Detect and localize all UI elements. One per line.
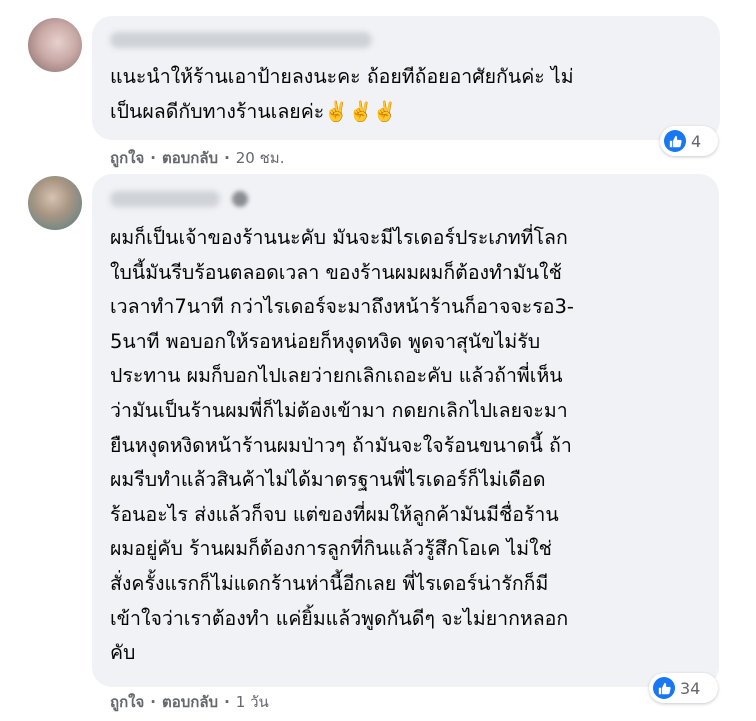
separator-dot: ·: [150, 693, 156, 711]
like-link[interactable]: ถูกใจ: [110, 146, 144, 170]
comment-line: ร้อนอะไร ส่งแล้วก็จบ แต่ของที่ผมให้ลูกค้…: [110, 502, 559, 526]
comment-bubble: ผมก็เป็นเจ้าของร้านนะคับ มันจะมีไรเดอร์ป…: [92, 174, 719, 687]
reaction-count-badge[interactable]: 4: [660, 126, 718, 156]
author-badge-icon: [232, 191, 248, 207]
comment-line: เวลาทำ7นาที กว่าไรเดอร์จะมาถึงหน้าร้านก็…: [110, 295, 574, 319]
author-name-blurred[interactable]: [110, 191, 220, 207]
reaction-count-badge[interactable]: 34: [649, 673, 718, 703]
comment-text: ผมก็เป็นเจ้าของร้านนะคับ มันจะมีไรเดอร์ป…: [110, 221, 574, 671]
like-link[interactable]: ถูกใจ: [110, 690, 144, 714]
comment-line: เป็นผลดีกับทางร้านเลยค่ะ✌️✌️✌️: [110, 99, 398, 123]
comment-line: ผมอยู่คับ ร้านผมก็ต้องการลูกที่กินแล้วรู…: [110, 537, 552, 561]
comment-line: ยืนหงุดหงิดหน้าร้านผมป่าวๆ ถ้ามันจะใจร้อ…: [110, 433, 572, 457]
comment-bubble: แนะนำให้ร้านเอาป้ายลงนะคะ ถ้อยทีถ้อยอาศั…: [92, 16, 720, 140]
comment-line: ผมรีบทำแล้วสินค้าไม่ได้มาตรฐานพี่ไรเดอร์…: [110, 468, 546, 492]
comment-line: คับ: [110, 641, 136, 665]
comment-actions: ถูกใจ · ตอบกลับ · 1 วัน: [110, 690, 269, 714]
author-name-blurred[interactable]: [110, 32, 372, 48]
commenter-avatar[interactable]: [28, 176, 82, 230]
commenter-avatar[interactable]: [28, 18, 82, 72]
separator-dot: ·: [150, 149, 156, 167]
comment-actions: ถูกใจ · ตอบกลับ · 20 ชม.: [110, 146, 284, 170]
comment-line: ว่ามันเป็นร้านผมพี่ก็ไม่ต้องเข้ามา กดยกเ…: [110, 398, 568, 422]
thumbs-up-icon: [653, 677, 675, 699]
comment-line: ผมก็เป็นเจ้าของร้านนะคับ มันจะมีไรเดอร์ป…: [110, 226, 568, 249]
reaction-count: 34: [680, 678, 701, 698]
comment-line: แนะนำให้ร้านเอาป้ายลงนะคะ ถ้อยทีถ้อยอาศั…: [110, 65, 574, 88]
reaction-count: 4: [691, 131, 702, 151]
comment-line: ประทาน ผมก็บอกไปเลยว่ายกเลิกเถอะคับ แล้ว…: [110, 364, 563, 388]
comment-timestamp[interactable]: 1 วัน: [236, 690, 269, 714]
separator-dot: ·: [224, 693, 230, 711]
reply-link[interactable]: ตอบกลับ: [162, 146, 218, 170]
separator-dot: ·: [224, 149, 230, 167]
comment-line: สั่งครั้งแรกก็ไม่แดกร้านห่านี้อีกเลย พี่…: [110, 571, 549, 595]
comment-line: 5นาที พอบอกให้รอหน่อยก็หงุดหงิด พูดจาสุน…: [110, 329, 541, 353]
comment-line: ใบนี้มันรีบร้อนตลอดเวลา ของร้านผมผมก็ต้อ…: [110, 260, 562, 284]
thumbs-up-icon: [664, 130, 686, 152]
comment-line: เข้าใจว่าเราต้องทำ แค่ยิ้มแล้วพูดกันดีๆ …: [110, 606, 569, 630]
reply-link[interactable]: ตอบกลับ: [162, 690, 218, 714]
comment-timestamp[interactable]: 20 ชม.: [236, 146, 285, 170]
comment-text: แนะนำให้ร้านเอาป้ายลงนะคะ ถ้อยทีถ้อยอาศั…: [110, 60, 574, 129]
